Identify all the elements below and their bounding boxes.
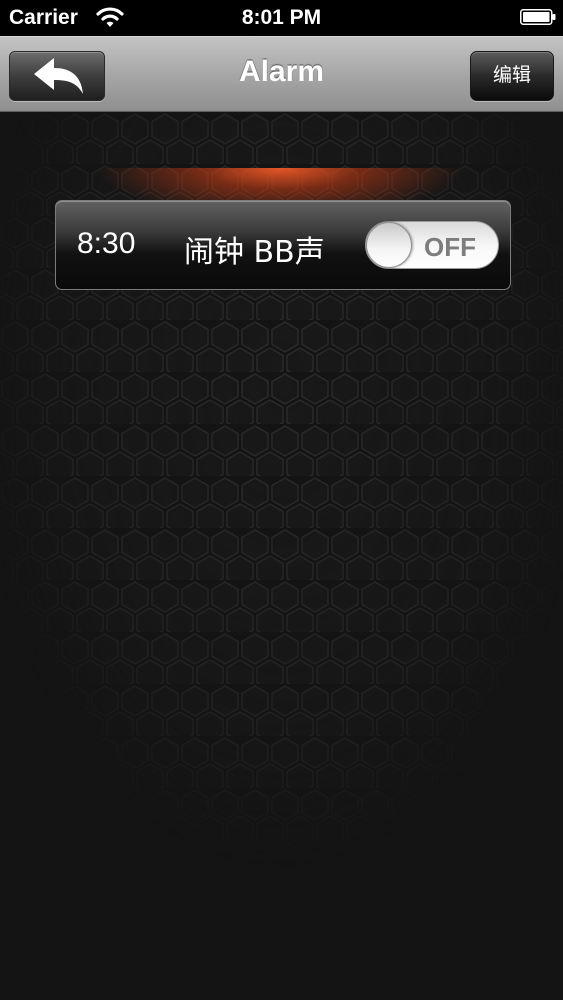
alarm-list-item[interactable]: 8:30 闹钟 BB声 OFF xyxy=(55,200,511,290)
status-bar: Carrier 8:01 PM xyxy=(0,0,563,36)
edit-button[interactable]: 编辑 xyxy=(470,51,554,101)
navigation-bar: Alarm 编辑 xyxy=(0,36,563,112)
battery-full-icon xyxy=(520,9,556,25)
toggle-state-label: OFF xyxy=(424,232,476,262)
alarm-label: 闹钟 BB声 xyxy=(184,235,325,270)
toggle-knob xyxy=(366,222,412,268)
alarm-toggle-switch[interactable]: OFF xyxy=(365,221,499,269)
alarm-time: 8:30 xyxy=(77,227,136,260)
status-time: 8:01 PM xyxy=(241,6,322,29)
